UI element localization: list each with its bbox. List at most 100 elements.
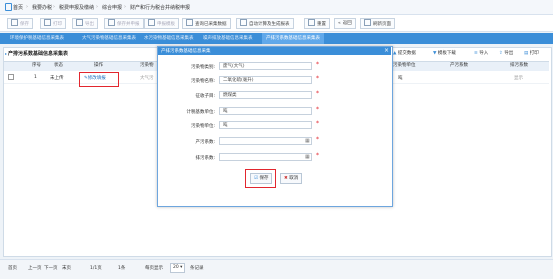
breadcrumb: 首页 › 我要办税 › 税费申报及缴纳 › 综合申报 › 财产和行为税合并纳税申… xyxy=(0,0,553,15)
print-table-label: 打印 xyxy=(529,51,539,56)
field-label-category: 污染物类别: xyxy=(190,65,215,70)
breadcrumb-separator: › xyxy=(53,4,55,10)
column-header-produce: 产污系数 xyxy=(450,63,468,68)
import-button[interactable]: ≡ 导入 xyxy=(474,50,488,56)
home-icon xyxy=(5,3,12,11)
panel-title: 产排污系数基础信息采集表 xyxy=(8,51,69,57)
close-icon[interactable]: × xyxy=(384,47,389,54)
import-label: 导入 xyxy=(479,51,489,56)
produce-coefficient-input[interactable] xyxy=(219,137,312,145)
required-mark: * xyxy=(316,106,319,113)
highlight-box xyxy=(79,72,119,87)
tab-coefficient[interactable]: 产排污系数基础信息采集表 xyxy=(262,33,324,44)
subitem-value: 燃煤类 xyxy=(223,93,237,98)
base-unit-value: 吨 xyxy=(223,109,228,114)
column-header-emit: 排污系数 xyxy=(510,63,528,68)
calculator-icon[interactable]: ▦ xyxy=(305,138,310,144)
dialog-title: 产排污系数基础信息采集 xyxy=(161,49,211,54)
prev-page-link[interactable]: 上一页 xyxy=(28,265,42,271)
required-mark: * xyxy=(316,61,319,68)
template-button[interactable]: 申报模板 xyxy=(144,18,179,29)
required-mark: * xyxy=(316,136,319,143)
category-value: 废气(大气) xyxy=(223,64,245,69)
field-label-name: 污染物名称: xyxy=(190,79,215,84)
caret-icon: ▸ xyxy=(5,51,8,56)
tab-noise[interactable]: 噪声排放基础信息采集表 xyxy=(199,33,257,44)
refresh-button-label: 刷新页面 xyxy=(373,22,391,27)
field-label-produce: 产污系数: xyxy=(195,140,215,145)
chevron-left-icon: « xyxy=(338,21,341,26)
search-icon xyxy=(186,19,193,26)
row-checkbox[interactable] xyxy=(8,74,14,80)
subitem-select[interactable]: 燃煤类 xyxy=(219,91,312,99)
dialog-cancel-label: 取消 xyxy=(289,176,299,181)
tab-air-pollutant[interactable]: 大气污染物基础信息采集表 xyxy=(78,33,140,44)
base-unit-select[interactable]: 吨 xyxy=(219,107,312,115)
save-and-declare-label: 保存并申报 xyxy=(117,22,140,27)
last-page-link[interactable]: 末页 xyxy=(62,265,71,271)
per-page-label: 每页显示 xyxy=(145,266,163,271)
calculator-icon xyxy=(240,19,247,26)
print-icon: ▤ xyxy=(524,51,529,56)
breadcrumb-item-shenbao[interactable]: 税费申报及缴纳 xyxy=(59,4,94,11)
export-button-label: 导出 xyxy=(85,22,94,27)
chevron-down-icon: ▾ xyxy=(180,265,183,270)
submit-data-label: 提交数据 xyxy=(397,51,416,56)
save-button-label: 保存 xyxy=(20,22,29,27)
pollutant-name-select[interactable]: 二氧化硫(毫升) xyxy=(219,76,312,84)
column-header-action: 操作 xyxy=(94,63,103,68)
breadcrumb-item-banshui[interactable]: 我要办税 xyxy=(32,4,52,11)
page-indicator: 1/1页 xyxy=(90,266,102,271)
query-collected-button[interactable]: 查询已采集数据 xyxy=(182,18,231,29)
template-button-label: 申报模板 xyxy=(157,22,175,27)
required-mark: * xyxy=(316,152,319,159)
refresh-icon xyxy=(364,19,371,26)
row-status: 未上传 xyxy=(50,76,64,81)
category-select[interactable]: 废气(大气) xyxy=(219,62,312,70)
breadcrumb-item-zonghe[interactable]: 综合申报 xyxy=(102,4,122,11)
row-emit: 显示 xyxy=(514,76,523,81)
print-table-button[interactable]: ▤ 打印 xyxy=(524,50,539,56)
save-icon xyxy=(11,19,18,26)
print-button[interactable]: 打印 xyxy=(40,18,66,29)
submit-data-button[interactable]: ▲ 提交数据 xyxy=(393,50,416,56)
export-icon: ⇪ xyxy=(499,51,503,56)
dialog-cancel-button[interactable]: ✖ 取消 xyxy=(280,173,303,184)
breadcrumb-separator: › xyxy=(124,4,126,10)
template-download-button[interactable]: ▼ 模板下载 xyxy=(433,50,456,56)
export-button[interactable]: 导出 xyxy=(72,18,98,29)
emit-coefficient-input[interactable] xyxy=(219,153,312,161)
refresh-button[interactable]: 刷新页面 xyxy=(360,18,395,29)
template-download-label: 模板下载 xyxy=(437,51,456,56)
required-mark: * xyxy=(316,90,319,97)
breadcrumb-item-current: 财产和行为税合并纳税申报 xyxy=(130,5,191,11)
tab-water-pollutant[interactable]: 水污染物基础信息采集表 xyxy=(140,33,198,44)
reset-button-label: 重置 xyxy=(317,22,326,27)
breadcrumb-item-home[interactable]: 首页 xyxy=(13,4,23,11)
first-page-link[interactable]: 首页 xyxy=(8,265,17,271)
field-label-emit: 排污系数: xyxy=(195,156,215,161)
field-label-subitem: 征收子目: xyxy=(195,94,215,99)
per-page-value: 20 xyxy=(173,265,179,270)
reset-button[interactable]: 重置 xyxy=(304,18,330,29)
records-unit: 条记录 xyxy=(190,266,204,271)
next-page-link[interactable]: 下一页 xyxy=(44,265,58,271)
per-page-select[interactable]: 20 ▾ xyxy=(170,263,186,273)
import-icon: ≡ xyxy=(474,51,478,56)
tab-env-tax[interactable]: 环境保护税基础信息采集表 xyxy=(6,33,68,44)
toolbar: 保存 打印 导出 保存并申报 申报模板 查询已采集数据 自动计算及生成报表 重置… xyxy=(0,15,553,32)
upload-icon: ▲ xyxy=(393,51,397,56)
reset-icon xyxy=(308,19,315,26)
field-label-pollutant-unit: 污染物单位: xyxy=(190,124,215,129)
auto-calc-button[interactable]: 自动计算及生成报表 xyxy=(236,18,294,29)
back-button[interactable]: «返回 xyxy=(334,18,356,29)
pollutant-unit-select[interactable]: 吨 xyxy=(219,121,312,129)
pagination-bar xyxy=(0,259,553,279)
required-mark: * xyxy=(316,120,319,127)
field-label-base-unit: 计税基数单位: xyxy=(186,110,215,115)
export-table-button[interactable]: ⇪ 导出 xyxy=(499,50,513,56)
save-button[interactable]: 保存 xyxy=(7,18,33,29)
save-and-declare-button[interactable]: 保存并申报 xyxy=(104,18,144,29)
column-header-index: 序号 xyxy=(32,63,41,68)
calculator-icon[interactable]: ▦ xyxy=(305,154,310,160)
